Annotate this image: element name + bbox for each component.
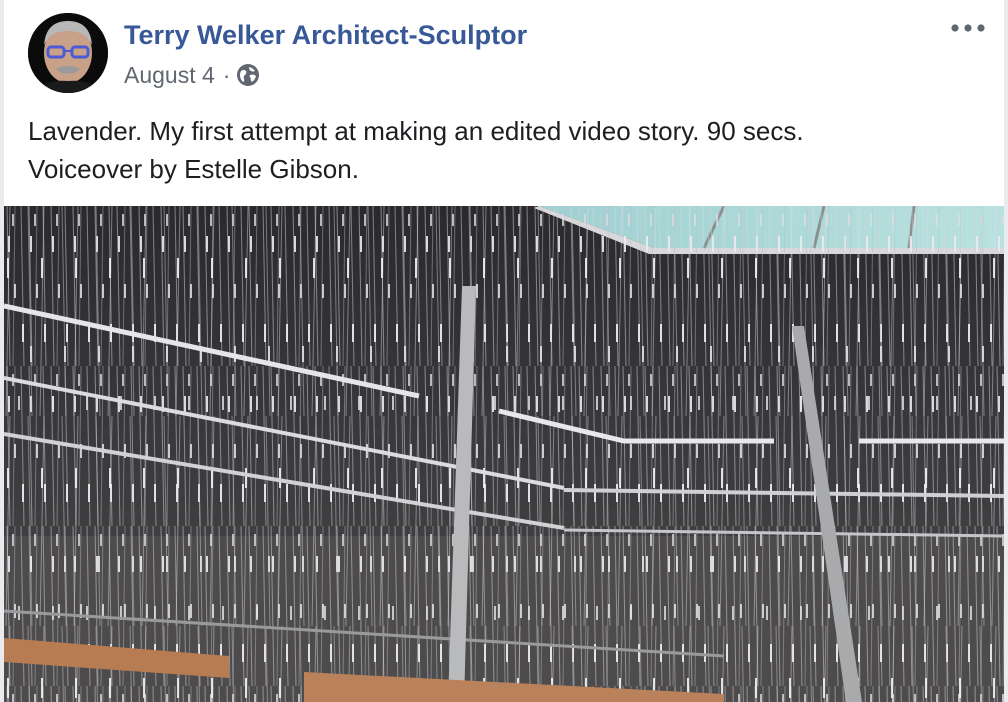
post-meta: August 4 · <box>124 60 260 90</box>
avatar-image <box>28 13 108 93</box>
author-avatar[interactable] <box>28 13 108 93</box>
meta-separator: · <box>222 61 231 88</box>
caption-line: Lavender. My first attempt at making an … <box>28 116 804 146</box>
installation-photo <box>4 206 1004 702</box>
post-date-link[interactable]: August 4 <box>124 62 215 89</box>
video-thumbnail[interactable] <box>4 206 1004 702</box>
caption-line: Voiceover by Estelle Gibson. <box>28 154 359 184</box>
post-caption: Lavender. My first attempt at making an … <box>28 112 978 188</box>
author-name-link[interactable]: Terry Welker Architect-Sculptor <box>124 20 527 51</box>
more-options-icon[interactable] <box>948 14 988 42</box>
feed-post: Terry Welker Architect-Sculptor August 4… <box>4 0 1004 702</box>
globe-icon[interactable] <box>236 63 260 87</box>
